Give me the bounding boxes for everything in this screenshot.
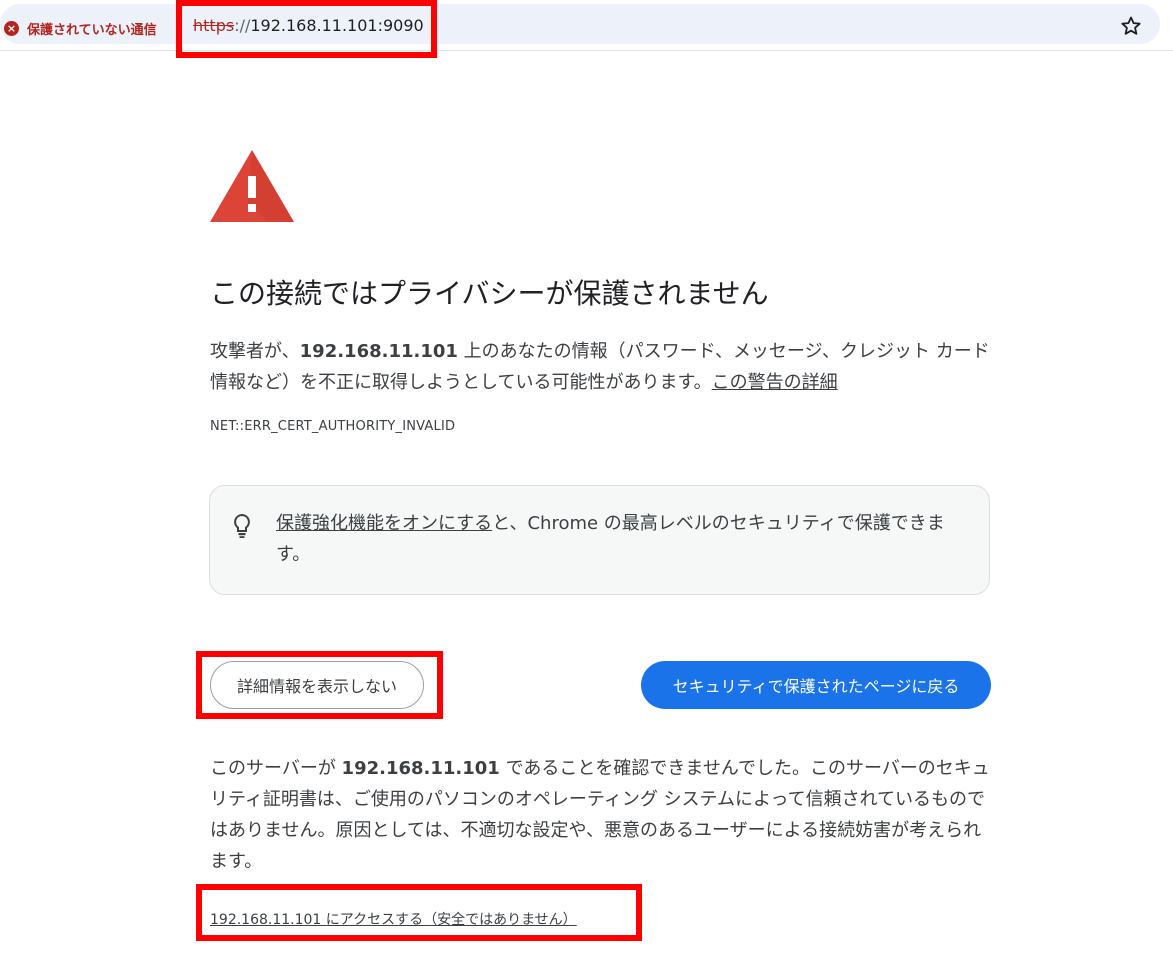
url-separator: :// — [234, 16, 251, 35]
hide-details-button[interactable]: 詳細情報を表示しない — [210, 661, 424, 709]
main-message-text-1: 攻撃者が、 — [210, 341, 300, 362]
main-message: 攻撃者が、192.168.11.101 上のあなたの情報（パスワード、メッセージ… — [210, 336, 995, 398]
host-name: 192.168.11.101 — [299, 341, 458, 362]
address-bar: × 保護されていない通信 https://192.168.11.101:9090 — [0, 0, 1173, 51]
learn-more-link[interactable]: この警告の詳細 — [712, 372, 838, 393]
tip-text: 保護強化機能をオンにすると、Chrome の最高レベルのセキュリティで保護できま… — [276, 508, 966, 570]
omnibox[interactable]: × 保護されていない通信 https://192.168.11.101:9090 — [0, 4, 1160, 44]
lightbulb-icon — [234, 513, 250, 538]
enhanced-protection-link[interactable]: 保護強化機能をオンにする — [276, 513, 492, 534]
back-to-safety-button[interactable]: セキュリティで保護されたページに戻る — [641, 661, 991, 709]
warning-triangle-icon — [210, 150, 294, 222]
enhanced-protection-tip: 保護強化機能をオンにすると、Chrome の最高レベルのセキュリティで保護できま… — [209, 485, 990, 595]
security-label: 保護されていない通信 — [27, 22, 157, 38]
error-code: NET::ERR_CERT_AUTHORITY_INVALID — [210, 419, 456, 434]
bookmark-star-icon[interactable] — [1119, 14, 1143, 38]
url-text[interactable]: https://192.168.11.101:9090 — [193, 16, 424, 35]
not-secure-icon: × — [4, 20, 19, 36]
proceed-unsafe-link[interactable]: 192.168.11.101 にアクセスする（安全ではありません） — [210, 909, 577, 929]
details-host-name: 192.168.11.101 — [341, 758, 500, 779]
details-message: このサーバーが 192.168.11.101 であることを確認できませんでした。… — [210, 753, 995, 877]
url-scheme: https — [193, 16, 235, 35]
url-host: 192.168.11.101:9090 — [250, 16, 424, 35]
security-chip[interactable]: × 保護されていない通信 — [4, 17, 157, 39]
page-title: この接続ではプライバシーが保護されません — [210, 277, 769, 310]
details-text-1: このサーバーが — [210, 758, 342, 779]
